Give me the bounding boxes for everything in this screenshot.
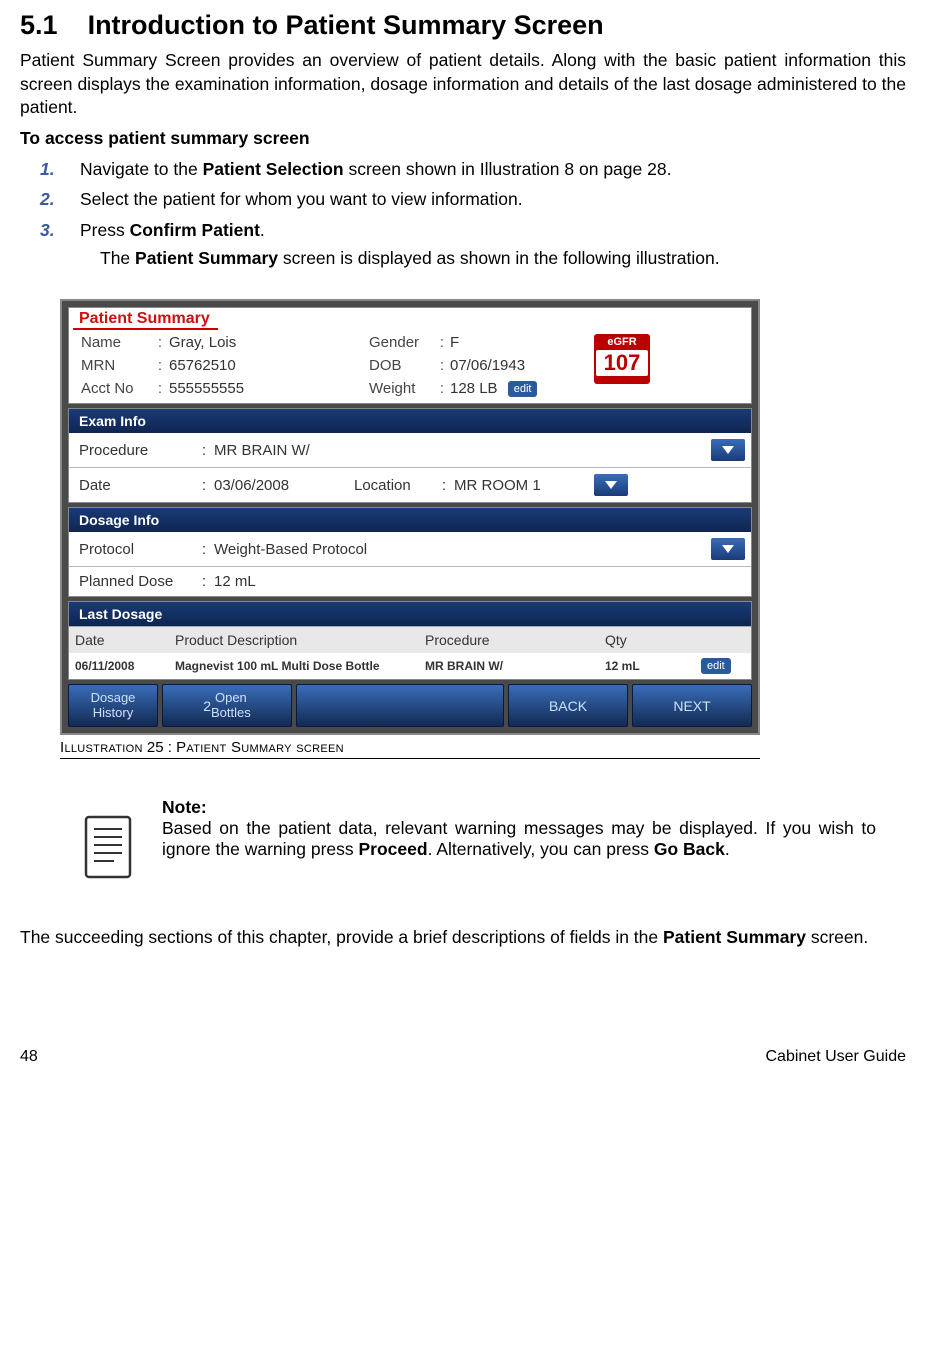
mrn-value: 65762510 <box>169 357 369 374</box>
gender-label: Gender <box>369 334 434 351</box>
note-icon <box>80 813 140 885</box>
egfr-badge: eGFR 107 <box>594 334 650 384</box>
steps-list: 1. Navigate to the Patient Selection scr… <box>40 157 906 270</box>
weight-value: 128 LB edit <box>450 380 570 397</box>
closing-paragraph: The succeeding sections of this chapter,… <box>20 927 906 948</box>
last-dosage-table-header: Date Product Description Procedure Qty <box>69 626 751 653</box>
protocol-dropdown[interactable] <box>711 538 745 560</box>
illustration-caption: Illustration 25 : Patient Summary screen <box>60 737 760 759</box>
footer-spacer <box>296 684 504 727</box>
row-qty: 12 mL <box>605 659 640 673</box>
edit-dosage-button[interactable]: edit <box>701 658 731 674</box>
patient-summary-panel: Patient Summary Name : Gray, Lois Gender… <box>68 307 752 404</box>
footer-title: Cabinet User Guide <box>765 1048 906 1066</box>
procedure-value: MR BRAIN W/ <box>214 442 711 459</box>
egfr-value: 107 <box>596 350 648 376</box>
page-footer: 48 Cabinet User Guide <box>20 1048 906 1066</box>
location-value: MR ROOM 1 <box>454 477 594 494</box>
procedure-dropdown[interactable] <box>711 439 745 461</box>
planned-dose-value: 12 mL <box>214 573 751 590</box>
footer-bar: Dosage History 2 Open Bottles BACK NEXT <box>68 684 752 727</box>
planned-dose-label: Planned Dose <box>79 573 194 590</box>
col-date: Date <box>75 632 175 648</box>
intro-paragraph: Patient Summary Screen provides an overv… <box>20 49 906 120</box>
protocol-value: Weight-Based Protocol <box>214 541 711 558</box>
step-text: Select the patient for whom you want to … <box>80 187 906 212</box>
gender-value: F <box>450 334 570 351</box>
row-procedure: MR BRAIN W/ <box>425 659 503 673</box>
protocol-row: Protocol : Weight-Based Protocol <box>69 532 751 567</box>
section-number: 5.1 <box>20 10 58 40</box>
mrn-label: MRN <box>81 357 151 374</box>
last-dosage-table-row: 06/11/2008 Magnevist 100 mL Multi Dose B… <box>69 653 751 679</box>
patient-info-grid: Name : Gray, Lois Gender : F eGFR 107 MR… <box>69 330 751 403</box>
acct-value: 555555555 <box>169 380 369 397</box>
name-label: Name <box>81 334 151 351</box>
section-title: Introduction to Patient Summary Screen <box>88 10 604 40</box>
open-bottles-button[interactable]: 2 Open Bottles <box>162 684 292 727</box>
patient-summary-screenshot: Patient Summary Name : Gray, Lois Gender… <box>60 299 760 735</box>
exam-date-value: 03/06/2008 <box>214 477 354 494</box>
last-dosage-header: Last Dosage <box>69 602 751 626</box>
patient-summary-tab: Patient Summary <box>73 308 218 330</box>
back-button[interactable]: BACK <box>508 684 628 727</box>
open-bottles-count: 2 <box>203 698 211 714</box>
step-number: 2. <box>40 187 80 212</box>
step-number: 3. <box>40 218 80 243</box>
name-value: Gray, Lois <box>169 334 369 351</box>
illustration-figure: Patient Summary Name : Gray, Lois Gender… <box>60 299 760 759</box>
note-label: Note: <box>162 797 207 817</box>
planned-dose-row: Planned Dose : 12 mL <box>69 567 751 596</box>
date-row: Date : 03/06/2008 Location : MR ROOM 1 <box>69 468 751 502</box>
edit-weight-button[interactable]: edit <box>508 381 538 397</box>
location-dropdown[interactable] <box>594 474 628 496</box>
acct-label: Acct No <box>81 380 151 397</box>
next-button[interactable]: NEXT <box>632 684 752 727</box>
section-heading: 5.1 Introduction to Patient Summary Scre… <box>20 10 906 41</box>
weight-label: Weight <box>369 380 434 397</box>
dosage-history-button[interactable]: Dosage History <box>68 684 158 727</box>
step-1: 1. Navigate to the Patient Selection scr… <box>40 157 906 182</box>
exam-date-label: Date <box>79 477 194 494</box>
dob-label: DOB <box>369 357 434 374</box>
col-product: Product Description <box>175 632 425 648</box>
step-3: 3. Press Confirm Patient. <box>40 218 906 243</box>
dosage-info-panel: Dosage Info Protocol : Weight-Based Prot… <box>68 507 752 597</box>
last-dosage-panel: Last Dosage Date Product Description Pro… <box>68 601 752 680</box>
egfr-label: eGFR <box>594 336 650 348</box>
col-procedure: Procedure <box>425 632 605 648</box>
step-text: Navigate to the Patient Selection screen… <box>80 157 906 182</box>
exam-info-header: Exam Info <box>69 409 751 433</box>
dob-value: 07/06/1943 <box>450 357 570 374</box>
step-sub-text: The Patient Summary screen is displayed … <box>100 248 906 269</box>
protocol-label: Protocol <box>79 541 194 558</box>
procedure-row: Procedure : MR BRAIN W/ <box>69 433 751 468</box>
row-date: 06/11/2008 <box>75 659 134 673</box>
chevron-down-icon <box>605 481 617 489</box>
exam-info-panel: Exam Info Procedure : MR BRAIN W/ Date :… <box>68 408 752 503</box>
step-number: 1. <box>40 157 80 182</box>
row-product: Magnevist 100 mL Multi Dose Bottle <box>175 659 380 673</box>
location-label: Location <box>354 477 434 494</box>
chevron-down-icon <box>722 446 734 454</box>
dosage-info-header: Dosage Info <box>69 508 751 532</box>
note-block: Note: Based on the patient data, relevan… <box>80 797 906 885</box>
page-number: 48 <box>20 1048 38 1066</box>
col-qty: Qty <box>605 632 695 648</box>
procedure-label: Procedure <box>79 442 194 459</box>
chevron-down-icon <box>722 545 734 553</box>
step-text: Press Confirm Patient. <box>80 218 906 243</box>
step-2: 2. Select the patient for whom you want … <box>40 187 906 212</box>
access-heading: To access patient summary screen <box>20 128 906 149</box>
note-text: Note: Based on the patient data, relevan… <box>162 797 906 860</box>
